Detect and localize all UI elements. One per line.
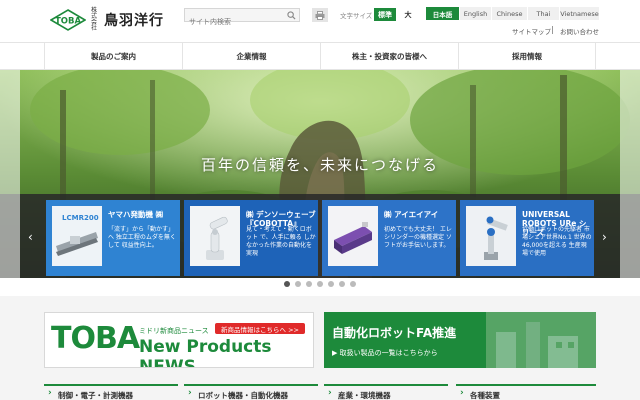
card-body: 初めてでも大丈夫！ エレシリンダーの機種選定 ソフトがお手伝いします。 [384, 226, 452, 249]
hero-slider: 百年の信頼を、未来につなげる ‹ › LCMR200 ヤマハ発動機 ㈱ 「流す」… [0, 70, 640, 278]
site-logo[interactable]: TOBA 株式会社 鳥羽洋行 [50, 8, 164, 32]
factory-image [486, 312, 596, 368]
nav-company[interactable]: 企業情報 [182, 43, 320, 69]
card-body: 「流す」から「動かす」へ 独立工程のムダを無くして 収益性向上。 [108, 226, 176, 249]
fontsize-label: 文字サイズ [340, 12, 373, 20]
category-robotics-automation[interactable]: ロボット機器・自動化機器 [184, 384, 318, 400]
card-thumb: LCMR200 [52, 206, 102, 266]
slider-dot[interactable] [306, 281, 312, 287]
search-icon[interactable] [287, 11, 296, 20]
card-thumb [190, 206, 240, 266]
new-products-link-button[interactable]: 新商品情報はこちらへ >> [215, 323, 305, 334]
card-body: 見て・考えて・動くロボット で、人手に頼る しかなかった作業の自動化を実現 [246, 226, 316, 257]
robot-arm-image [190, 206, 240, 266]
new-products-news-banner[interactable]: TOBA ミドリ新商品ニュース 新商品情報はこちらへ >> New Produc… [44, 312, 314, 368]
nav-recruit[interactable]: 採用情報 [458, 43, 596, 69]
banner-news-title: New Products NEWS [139, 337, 272, 368]
lang-vietnamese[interactable]: Vietnamese [560, 7, 600, 20]
product-card-universal-robots[interactable]: UNIVERSAL ROBOTS URe シリーズ 協働ロボットの先駆者 市場シ… [460, 200, 594, 276]
card-body: 協働ロボットの先駆者 市場シェア世界No.1 世界の46,000を超える 生産現… [522, 226, 592, 257]
slider-dot[interactable] [284, 281, 290, 287]
hero-side-shade-left [0, 70, 20, 278]
card-title: ヤマハ発動機 ㈱ [108, 210, 164, 219]
svg-text:TOBA: TOBA [55, 17, 82, 27]
slider-dot[interactable] [317, 281, 323, 287]
hero-side-shade-right [620, 70, 640, 278]
toba-logo-mark-icon: TOBA [50, 9, 86, 31]
banner-sub-label: ミドリ新商品ニュース [139, 327, 209, 335]
svg-text:LCMR200: LCMR200 [62, 214, 99, 222]
fa-robot-banner[interactable]: 自動化ロボットFA推進 ▶ 取扱い製品の一覧はこちらから [324, 312, 596, 368]
slider-dot[interactable] [328, 281, 334, 287]
nav-investors[interactable]: 株主・投資家の皆様へ [320, 43, 458, 69]
contact-link[interactable]: お問い合わせ [560, 26, 599, 36]
category-industrial-environment[interactable]: 産業・環境機器 [324, 384, 448, 400]
nav-products[interactable]: 製品のご案内 [44, 43, 182, 69]
util-divider [552, 26, 553, 34]
card-title: ㈱ アイエイアイ [384, 210, 439, 219]
fontsize-large-button[interactable]: 大 [398, 8, 418, 21]
category-control-electronics[interactable]: 制御・電子・計測機器 [44, 384, 178, 400]
lang-chinese[interactable]: Chinese [492, 7, 528, 20]
logo-kaisha: 株式会社 [91, 7, 98, 32]
product-card-cobotta[interactable]: ㈱ デンソーウェーブ 『COBOTTA』 見て・考えて・動くロボット で、人手に… [184, 200, 318, 276]
card-thumb [328, 206, 378, 266]
slider-dot[interactable] [339, 281, 345, 287]
carousel-prev-icon[interactable]: ‹ [28, 230, 33, 244]
print-button[interactable] [312, 8, 328, 22]
slider-dot[interactable] [295, 281, 301, 287]
company-name: 鳥羽洋行 [104, 13, 164, 29]
sitemap-link[interactable]: サイトマップ [512, 26, 551, 36]
cobot-image [466, 206, 516, 266]
category-equipment[interactable]: 各種装置 [456, 384, 596, 400]
fa-banner-title: 自動化ロボットFA推進 [332, 326, 457, 340]
fa-banner-link[interactable]: ▶ 取扱い製品の一覧はこちらから [332, 348, 438, 358]
banner-toba-logo: TOBA [51, 321, 140, 356]
product-card-iai[interactable]: ㈱ アイエイアイ 初めてでも大丈夫！ エレシリンダーの機種選定 ソフトがお手伝い… [322, 200, 456, 276]
lang-english[interactable]: English [460, 7, 492, 20]
cylinder-image [328, 206, 378, 266]
site-header: TOBA 株式会社 鳥羽洋行 文字サイズ 標準 大 日本語 English Ch… [0, 0, 640, 42]
lang-japanese[interactable]: 日本語 [426, 7, 460, 20]
site-search [184, 8, 300, 28]
slider-dot[interactable] [350, 281, 356, 287]
hero-tagline: 百年の信頼を、未来につなげる [200, 156, 439, 174]
lang-thai[interactable]: Thai [528, 7, 560, 20]
printer-icon [315, 10, 325, 20]
search-input[interactable] [185, 16, 285, 28]
product-card-yamaha[interactable]: LCMR200 ヤマハ発動機 ㈱ 「流す」から「動かす」へ 独立工程のムダを無く… [46, 200, 180, 276]
card-thumb [466, 206, 516, 266]
carousel-next-icon[interactable]: › [602, 230, 607, 244]
global-nav: 製品のご案内 企業情報 株主・投資家の皆様へ 採用情報 [0, 42, 640, 70]
fontsize-standard-button[interactable]: 標準 [374, 8, 396, 21]
linear-module-image: LCMR200 [52, 206, 102, 266]
slider-dots [0, 281, 640, 291]
